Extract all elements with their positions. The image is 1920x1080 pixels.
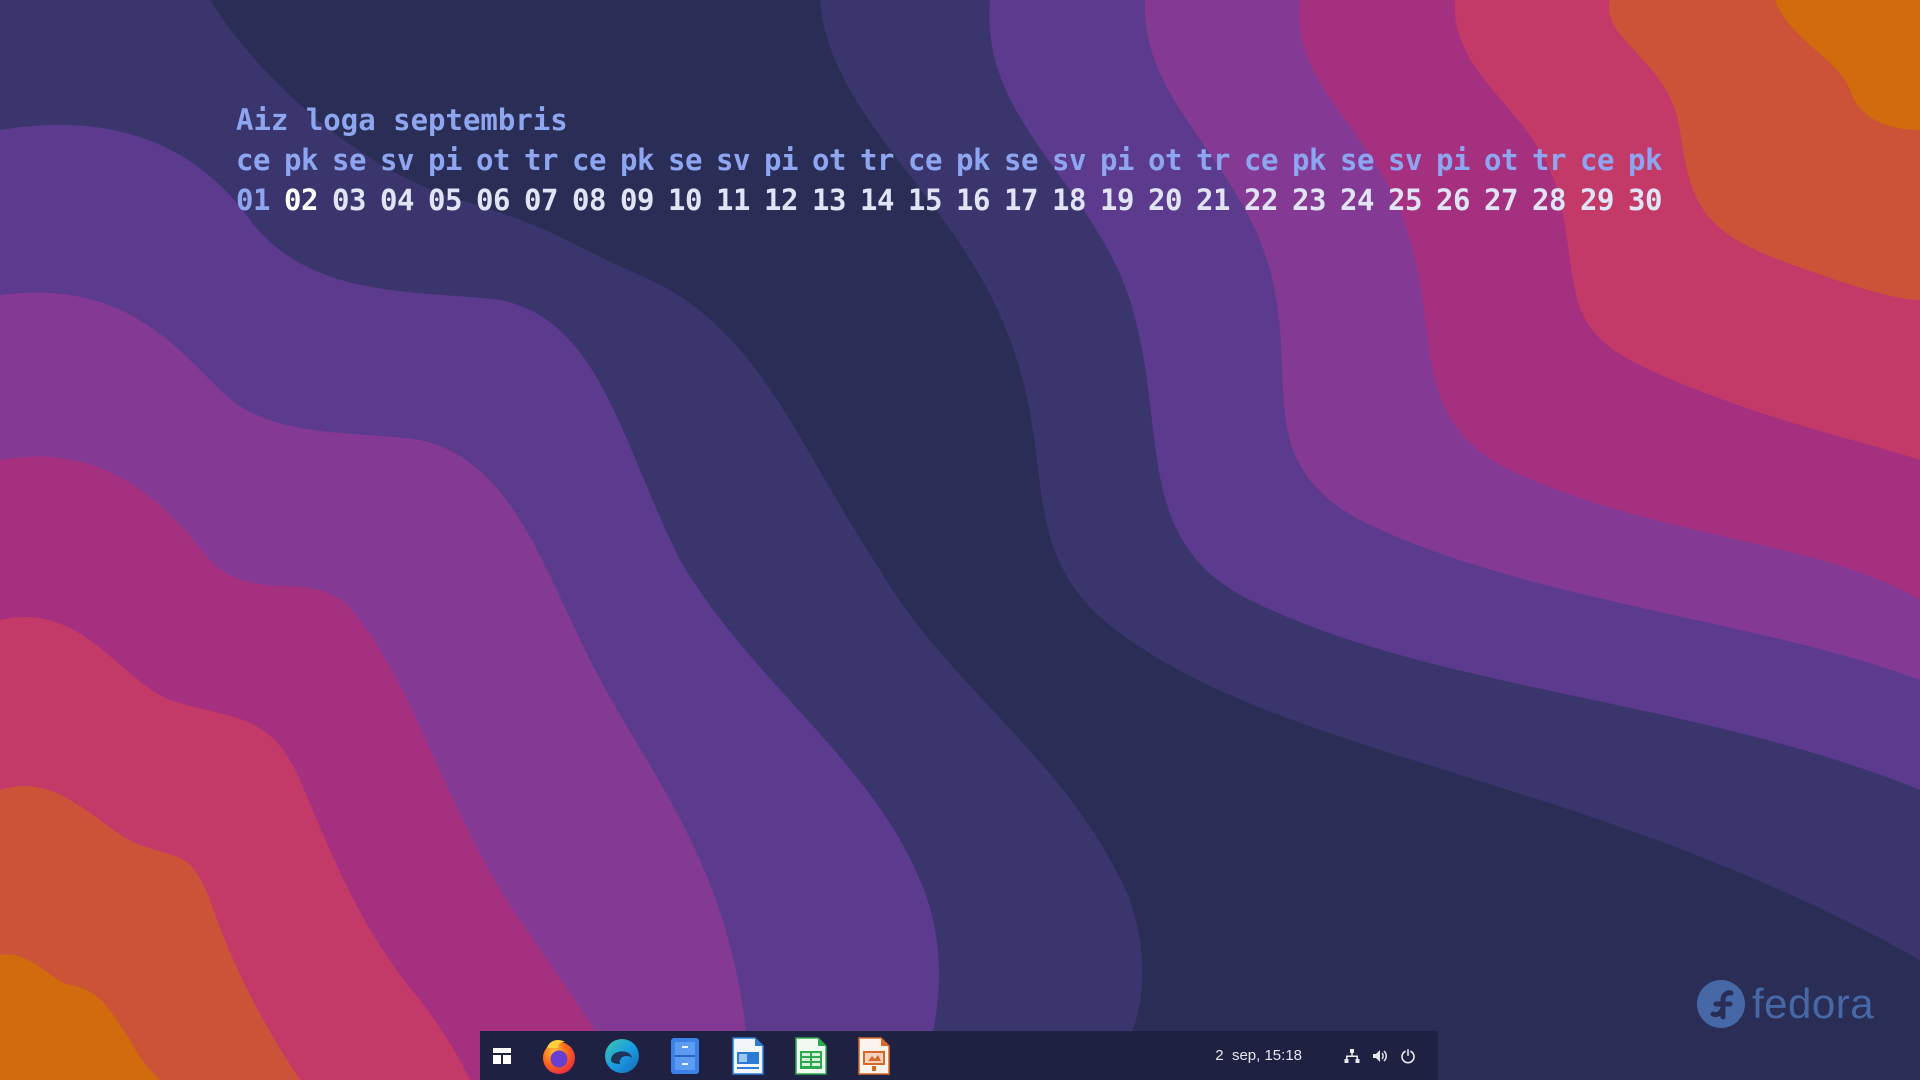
weekday-label: se [1340, 143, 1374, 177]
weekday-label: tr [860, 143, 894, 177]
weekday-label: pi [764, 143, 798, 177]
day-number: 09 [620, 183, 654, 217]
weekday-label: sv [1388, 143, 1422, 177]
weekday-label: sv [380, 143, 414, 177]
weekday-label: se [332, 143, 366, 177]
day-number: 01 [236, 183, 270, 217]
day-number: 16 [956, 183, 990, 217]
file-manager-launcher[interactable] [658, 1031, 712, 1080]
day-number: 29 [1580, 183, 1614, 217]
power-icon[interactable] [1400, 1048, 1416, 1064]
day-number: 15 [908, 183, 942, 217]
weekday-label: pi [1100, 143, 1134, 177]
day-number: 12 [764, 183, 798, 217]
calc-icon [795, 1036, 827, 1075]
day-number: 26 [1436, 183, 1470, 217]
weekday-label: pk [620, 143, 654, 177]
weekday-label: pk [1292, 143, 1326, 177]
calc-launcher[interactable] [784, 1031, 838, 1080]
weekday-label: pk [956, 143, 990, 177]
weekday-label: tr [524, 143, 558, 177]
writer-icon [732, 1036, 764, 1075]
day-number: 25 [1388, 183, 1422, 217]
weekday-label: ce [908, 143, 942, 177]
day-number: 11 [716, 183, 750, 217]
weekday-label: pi [1436, 143, 1470, 177]
impress-launcher[interactable] [847, 1031, 901, 1080]
writer-launcher[interactable] [721, 1031, 775, 1080]
weekday-label: sv [716, 143, 750, 177]
weekday-label: ce [1580, 143, 1614, 177]
network-icon[interactable] [1344, 1048, 1360, 1064]
taskbar: 2 sep, 15:18 [480, 1031, 1438, 1080]
weekday-label: pk [1628, 143, 1662, 177]
weekday-label: sv [1052, 143, 1086, 177]
day-number: 13 [812, 183, 846, 217]
day-number: 06 [476, 183, 510, 217]
weekday-label: ot [1484, 143, 1518, 177]
weekday-row: ce pk se sv pi ot tr ce pk se sv pi ot tr ce pk se sv pi ot… [236, 140, 1676, 180]
day-number: 22 [1244, 183, 1278, 217]
weekday-label: pk [284, 143, 318, 177]
day-number: 20 [1148, 183, 1182, 217]
weekday-label: se [1004, 143, 1038, 177]
day-number: 14 [860, 183, 894, 217]
fedora-logo: fedora [1696, 979, 1874, 1029]
day-number: 23 [1292, 183, 1326, 217]
file-manager-icon [671, 1037, 699, 1074]
day-number: 03 [332, 183, 366, 217]
fedora-logo-icon [1697, 980, 1745, 1028]
day-number: 19 [1100, 183, 1134, 217]
calendar-title: Aiz loga septembris [236, 103, 568, 137]
firefox-icon [543, 1039, 575, 1074]
edge-icon [605, 1038, 639, 1073]
desktop: Aiz loga septembris ce pk se sv pi ot tr ce pk se… [0, 0, 1920, 1080]
day-number: 27 [1484, 183, 1518, 217]
weekday-label: tr [1532, 143, 1566, 177]
weekday-label: tr [1196, 143, 1230, 177]
day-number: 17 [1004, 183, 1038, 217]
weekday-label: ce [1244, 143, 1278, 177]
day-number: 18 [1052, 183, 1086, 217]
weekday-label: ce [572, 143, 606, 177]
weekday-label: ot [476, 143, 510, 177]
system-tray [1344, 1048, 1416, 1064]
day-number: 10 [668, 183, 702, 217]
volume-icon[interactable] [1372, 1048, 1388, 1064]
day-number: 30 [1628, 183, 1662, 217]
day-number: 07 [524, 183, 558, 217]
activities-icon [493, 1047, 511, 1064]
clock[interactable]: 2 sep, 15:18 [1215, 1047, 1302, 1064]
activities-button[interactable] [480, 1031, 524, 1080]
day-number: 28 [1532, 183, 1566, 217]
day-number: 21 [1196, 183, 1230, 217]
weekday-label: pi [428, 143, 462, 177]
day-number: 24 [1340, 183, 1374, 217]
weekday-label: ot [1148, 143, 1182, 177]
fedora-wordmark: fedora [1752, 980, 1875, 1027]
firefox-launcher[interactable] [532, 1031, 586, 1080]
day-number: 05 [428, 183, 462, 217]
calendar-widget: Aiz loga septembris ce pk se sv pi ot tr ce pk se… [236, 100, 1676, 220]
edge-launcher[interactable] [595, 1031, 649, 1080]
weekday-label: ot [812, 143, 846, 177]
impress-icon [858, 1036, 890, 1075]
weekday-label: se [668, 143, 702, 177]
day-number: 04 [380, 183, 414, 217]
day-row: 01 02 03 04 05 06 07 08 09 10 11 12 13 14 15 16 17 18 19 20… [236, 180, 1676, 220]
day-number: 08 [572, 183, 606, 217]
weekday-label: ce [236, 143, 270, 177]
day-number-today: 02 [284, 183, 318, 217]
